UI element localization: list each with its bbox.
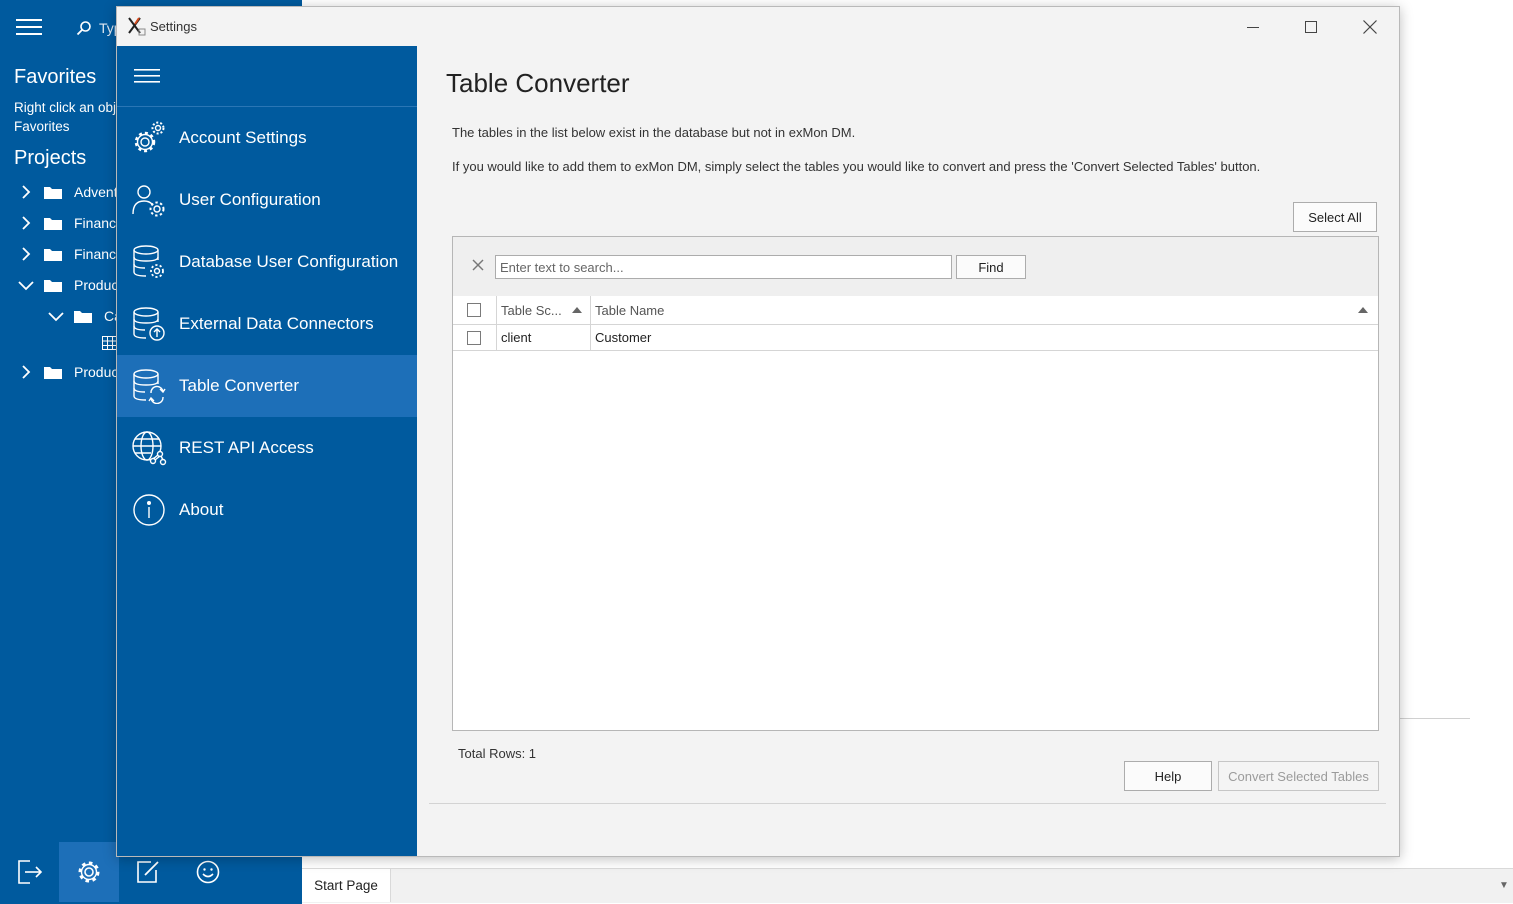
- nav-item-external-data-connectors[interactable]: External Data Connectors: [117, 293, 417, 355]
- user-gear-icon: [132, 185, 165, 217]
- page-title: Table Converter: [446, 68, 630, 98]
- search-input[interactable]: [495, 255, 952, 279]
- grid-header: Table Sc... Table Name: [453, 296, 1378, 325]
- chevron-down-icon[interactable]: [18, 277, 34, 293]
- table-row[interactable]: client Customer: [453, 325, 1378, 351]
- nav-item-table-converter[interactable]: Table Converter: [117, 355, 417, 417]
- nav-item-about[interactable]: About: [117, 479, 417, 541]
- chevron-right-icon[interactable]: [18, 215, 34, 231]
- nav-item-rest-api-access[interactable]: REST API Access: [117, 417, 417, 479]
- projects-heading: Projects: [14, 147, 87, 169]
- maximize-icon: [1305, 21, 1317, 33]
- convert-selected-tables-button[interactable]: Convert Selected Tables: [1218, 761, 1379, 791]
- nav-item-database-user-configuration[interactable]: Database User Configuration: [117, 231, 417, 293]
- tree-item[interactable]: Finance: [18, 212, 124, 234]
- table-converter-panel: Table Converter The tables in the list b…: [417, 46, 1399, 856]
- divider: [1398, 718, 1470, 719]
- window-title: Settings: [150, 19, 197, 34]
- logout-icon: [18, 860, 43, 884]
- tree-item[interactable]: Produc: [18, 361, 118, 383]
- nav-item-label: User Configuration: [179, 190, 321, 209]
- tree-item-label: Advent: [74, 184, 118, 200]
- select-all-button[interactable]: Select All: [1293, 202, 1377, 232]
- nav-item-label: Table Converter: [179, 376, 300, 395]
- sort-ascending-icon: [1358, 307, 1368, 313]
- chevron-right-icon[interactable]: [18, 364, 34, 380]
- tree-item[interactable]: Finance: [18, 243, 124, 265]
- folder-icon: [44, 280, 62, 292]
- folder-icon: [44, 367, 62, 379]
- favorites-heading: Favorites: [14, 66, 97, 88]
- clear-search-icon[interactable]: [472, 259, 484, 271]
- folder-icon: [44, 187, 62, 199]
- tree-item[interactable]: Produc: [18, 274, 118, 296]
- nav-item-user-configuration[interactable]: User Configuration: [117, 169, 417, 231]
- tab-start-page[interactable]: Start Page: [302, 868, 391, 902]
- database-user-icon: [133, 245, 164, 278]
- column-header-table-name[interactable]: Table Name: [591, 296, 1378, 324]
- minimize-icon: [1247, 27, 1259, 28]
- find-button[interactable]: Find: [956, 255, 1026, 279]
- settings-button[interactable]: [59, 842, 119, 902]
- nav-item-label: REST API Access: [179, 438, 314, 457]
- tree-item[interactable]: Advent: [18, 181, 118, 203]
- nav-item-label: About: [179, 500, 224, 519]
- tab-dropdown-icon[interactable]: ▼: [1499, 880, 1509, 891]
- tree-item-label: Produc: [74, 277, 119, 293]
- search-icon[interactable]: [76, 20, 92, 36]
- row-checkbox[interactable]: [467, 330, 481, 345]
- tree-item[interactable]: Ca: [48, 305, 122, 327]
- nav-item-label: Account Settings: [179, 128, 307, 147]
- nav-item-account-settings[interactable]: Account Settings: [117, 107, 417, 169]
- minimize-button[interactable]: [1238, 15, 1268, 39]
- select-all-cell: [453, 296, 497, 324]
- maximize-button[interactable]: [1296, 15, 1326, 39]
- description-text: The tables in the list below exist in th…: [452, 125, 856, 140]
- header-checkbox[interactable]: [467, 303, 481, 317]
- close-icon: [1363, 20, 1377, 34]
- info-icon: [133, 494, 165, 526]
- total-rows-label: Total Rows: 1: [458, 746, 537, 761]
- search-panel: Find: [453, 237, 1378, 297]
- database-upload-icon: [133, 307, 165, 341]
- document-tab-strip: [302, 868, 1513, 903]
- close-button[interactable]: [1355, 15, 1385, 39]
- gear-icon: [78, 861, 100, 883]
- favorites-hint-2: Favorites: [14, 119, 70, 134]
- app-logo-icon: [126, 16, 146, 36]
- hamburger-menu-icon[interactable]: [16, 18, 42, 36]
- sort-ascending-icon: [572, 307, 582, 313]
- hamburger-menu-icon[interactable]: [134, 68, 160, 84]
- tables-grid: Find Table Sc... Table Name: [452, 236, 1379, 731]
- tree-item-label: Produc: [74, 364, 119, 380]
- logout-button[interactable]: [0, 842, 60, 902]
- settings-nav: Account Settings User Configuration Data…: [117, 46, 417, 856]
- folder-icon: [44, 249, 62, 261]
- smiley-icon: [196, 860, 220, 884]
- table-schema-cell[interactable]: client: [497, 325, 591, 350]
- favorites-hint: Right click an obj: [14, 100, 117, 115]
- chevron-right-icon[interactable]: [18, 184, 34, 200]
- column-header-label: Table Name: [595, 302, 665, 318]
- folder-icon: [44, 218, 62, 230]
- table-name-cell[interactable]: Customer: [591, 325, 1378, 350]
- settings-window: Settings Account Settings User Configura…: [116, 6, 1400, 857]
- gears-icon: [134, 121, 165, 153]
- edit-icon: [137, 861, 159, 883]
- instruction-text: If you would like to add them to exMon D…: [452, 159, 1261, 174]
- footer-divider: [429, 803, 1386, 804]
- folder-icon: [74, 311, 92, 323]
- chevron-down-icon[interactable]: [48, 308, 64, 324]
- column-header-label: Table Sc...: [501, 302, 562, 318]
- nav-item-label: External Data Connectors: [179, 314, 374, 333]
- column-header-table-schema[interactable]: Table Sc...: [497, 296, 591, 324]
- nav-item-label: Database User Configuration: [179, 252, 399, 271]
- chevron-right-icon[interactable]: [18, 246, 34, 262]
- database-convert-icon: [133, 369, 166, 404]
- globe-network-icon: [132, 431, 167, 466]
- help-button[interactable]: Help: [1124, 761, 1212, 791]
- title-bar[interactable]: Settings: [117, 7, 1399, 46]
- row-select-cell: [453, 325, 497, 350]
